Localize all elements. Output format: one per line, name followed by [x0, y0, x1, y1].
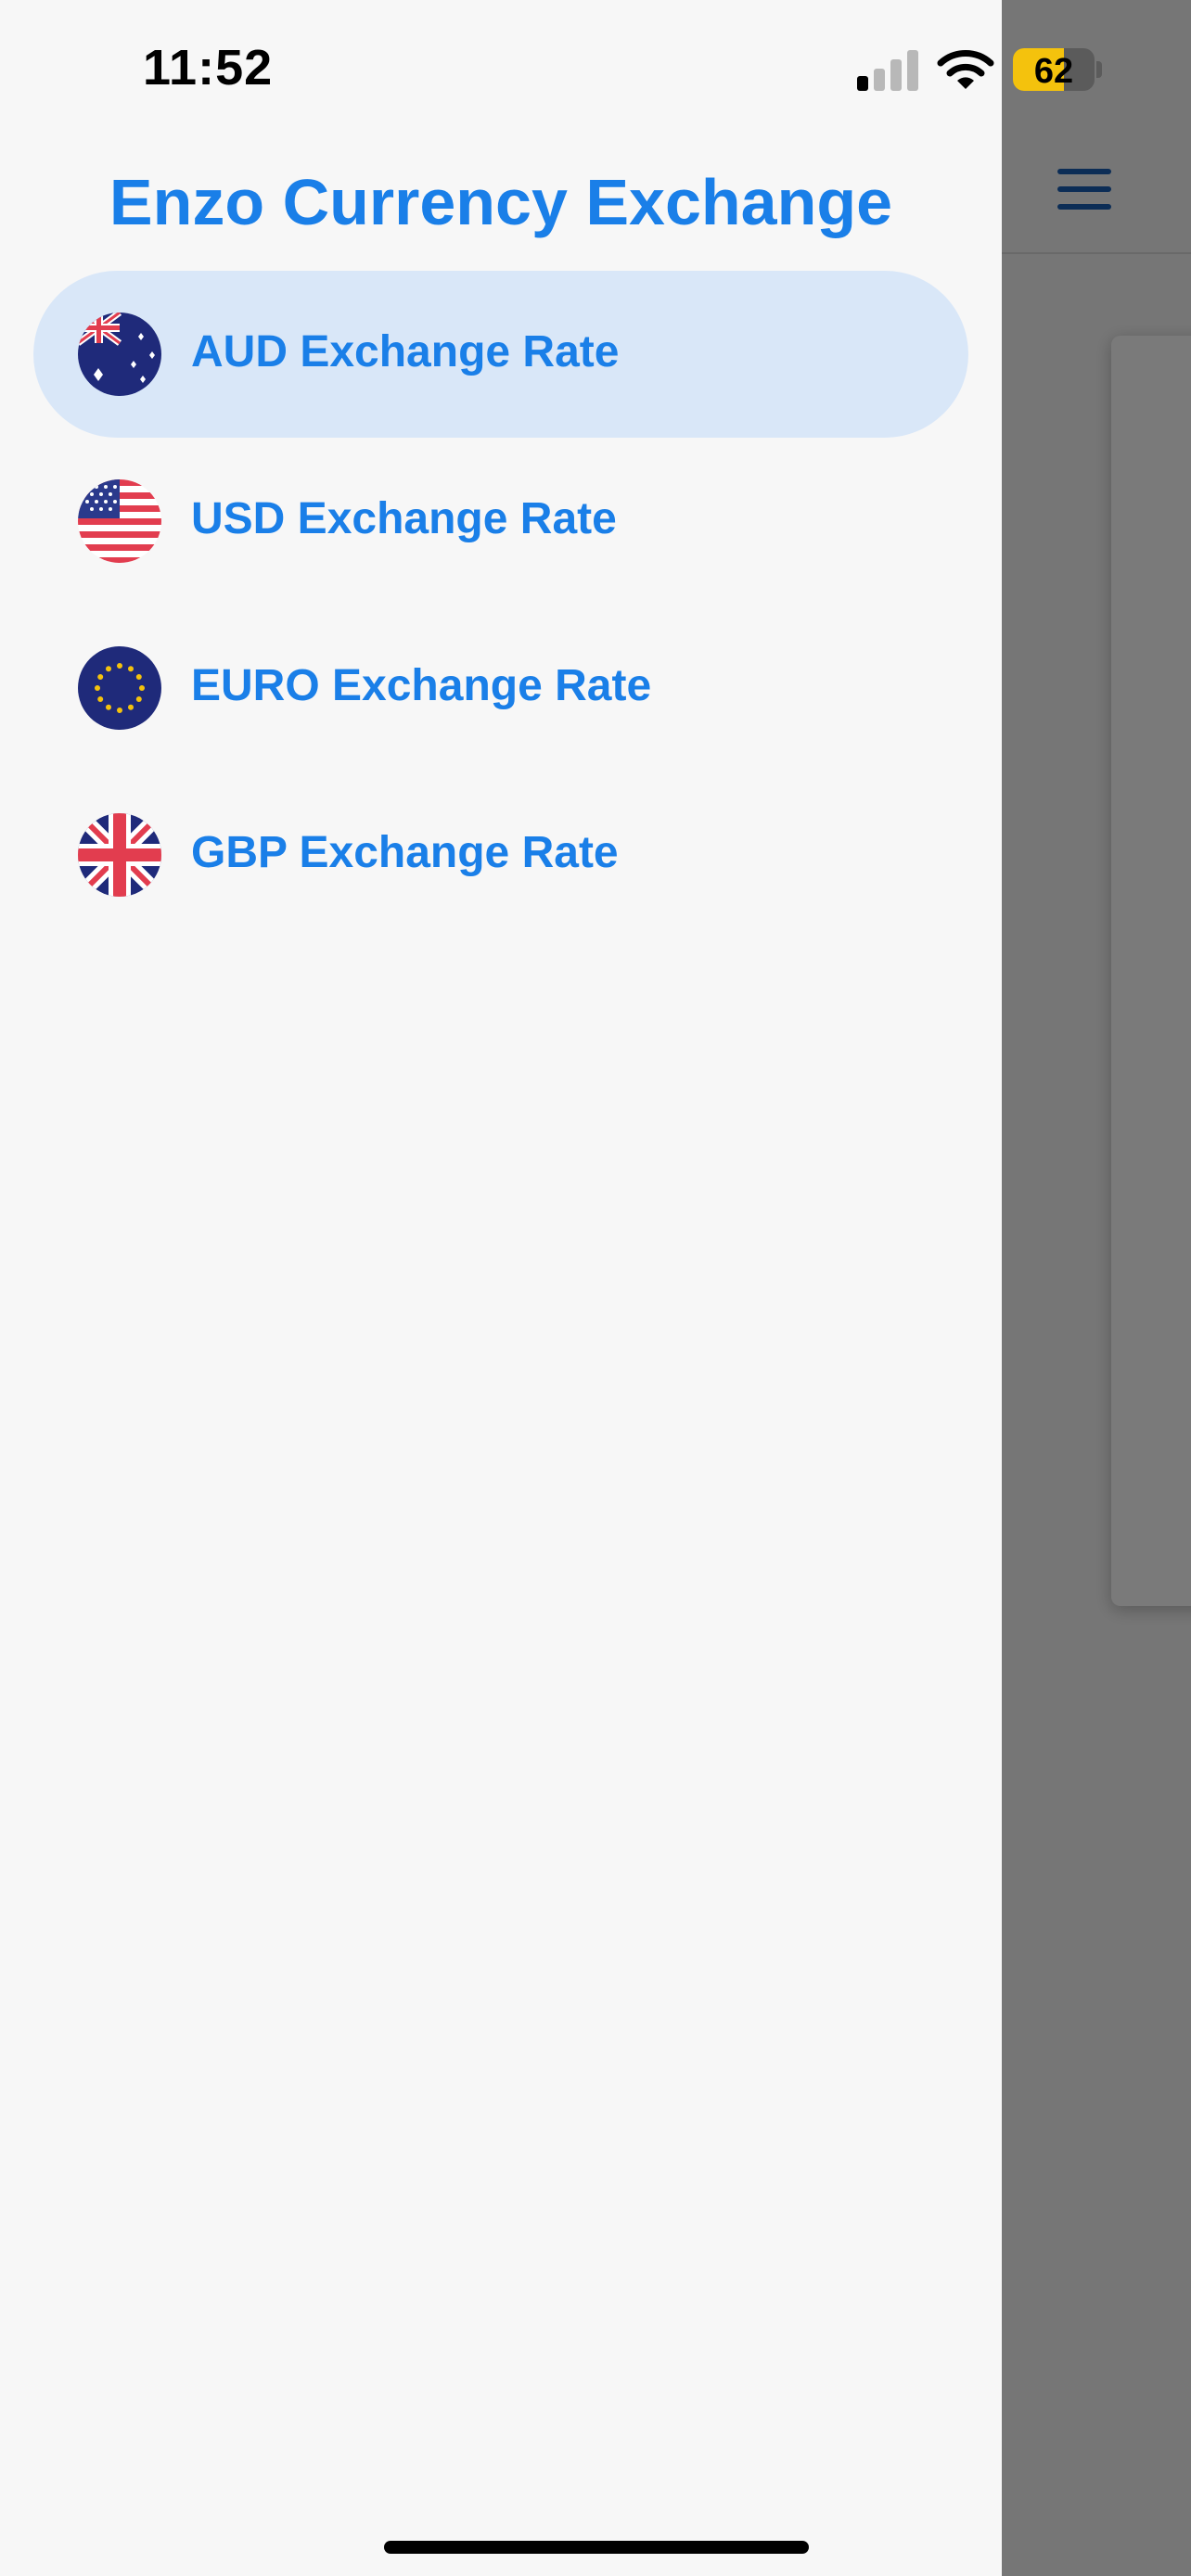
battery-icon: 62: [1013, 48, 1095, 91]
nav-label-aud: AUD Exchange Rate: [191, 327, 620, 376]
battery-tip: [1096, 61, 1102, 78]
nav-label-usd: USD Exchange Rate: [191, 494, 617, 543]
wifi-icon: [937, 50, 994, 89]
nav-item-euro[interactable]: EURO Exchange Rate: [33, 605, 968, 772]
battery-level: 62: [1033, 52, 1074, 91]
navigation-drawer: 11:52 Enzo Currency Exchange AUD Exchang…: [0, 0, 1002, 2576]
nav-label-gbp: GBP Exchange Rate: [191, 828, 619, 877]
home-indicator[interactable]: [384, 2541, 809, 2554]
uk-flag-icon: [78, 813, 161, 897]
nav-label-euro: EURO Exchange Rate: [191, 661, 652, 710]
drawer-title: Enzo Currency Exchange: [109, 166, 893, 238]
australia-flag-icon: [78, 312, 161, 396]
nav-item-usd[interactable]: USD Exchange Rate: [33, 438, 968, 605]
nav-item-aud[interactable]: AUD Exchange Rate: [33, 271, 968, 438]
cellular-signal-icon: [857, 48, 920, 91]
status-time: 11:52: [143, 40, 274, 96]
nav-item-gbp[interactable]: GBP Exchange Rate: [33, 772, 968, 938]
usa-flag-icon: [78, 479, 161, 563]
eu-flag-icon: [78, 646, 161, 730]
